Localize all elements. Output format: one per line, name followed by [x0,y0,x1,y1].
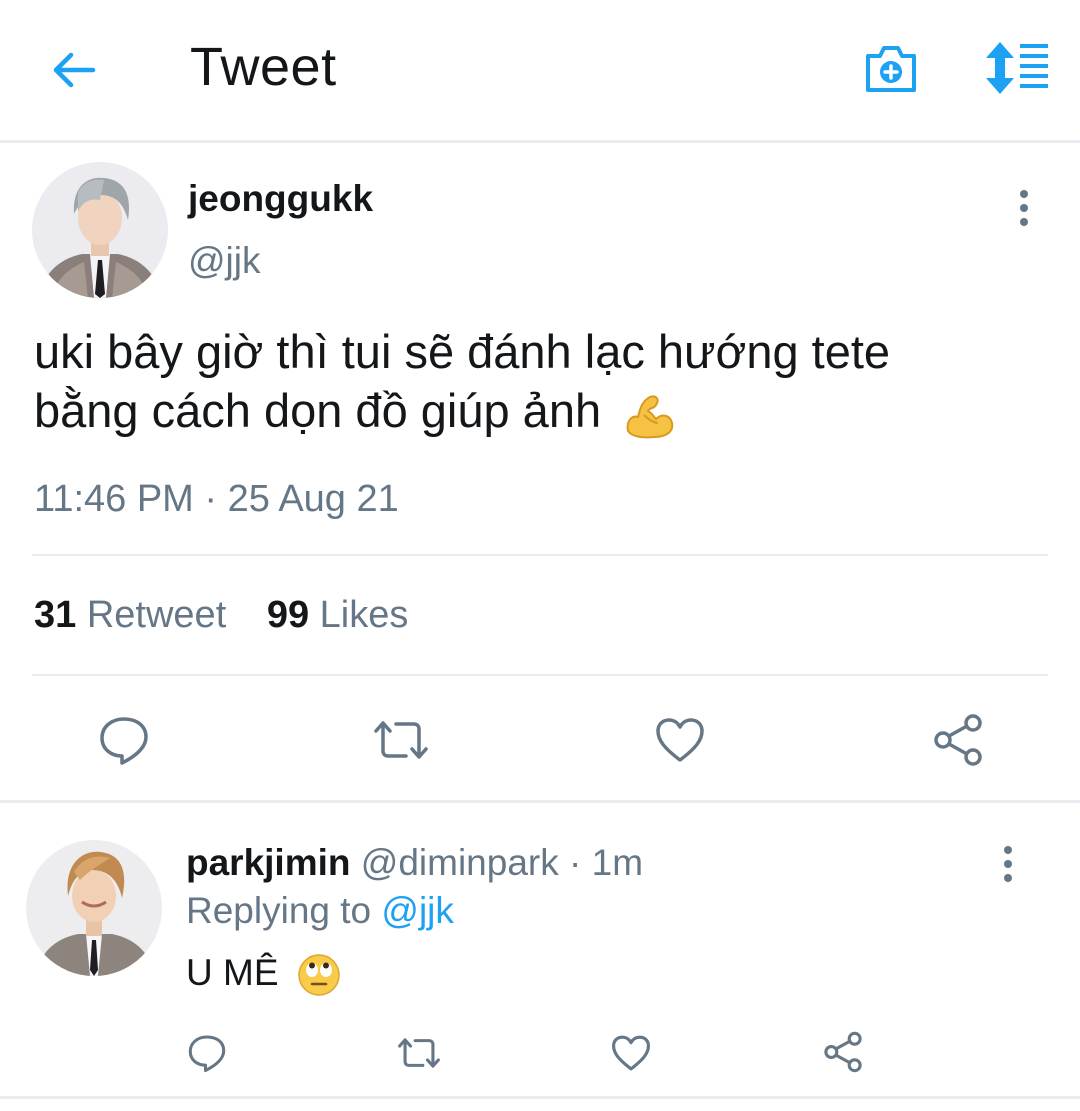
sort-button[interactable] [984,40,1050,96]
replying-prefix: Replying to [186,890,372,931]
reply-author-name[interactable]: parkjimin [186,842,351,883]
retweet-icon [398,1038,440,1068]
replying-mention[interactable]: @jjk [381,890,454,931]
eye-roll-emoji [297,953,341,998]
more-vertical-icon [1020,190,1028,226]
reply-avatar[interactable] [26,840,162,976]
camera-button[interactable] [862,40,920,98]
reply-header: parkjimin @diminpark · 1m [186,842,643,884]
like-icon [611,1035,650,1071]
divider [32,554,1048,556]
reply-handle-time[interactable]: @diminpark · 1m [361,842,643,883]
back-button[interactable] [48,44,100,96]
retweet-count: 31 [34,594,77,636]
tweet-more-button[interactable] [1014,188,1034,228]
flexed-biceps-emoji [624,385,674,444]
reply-icon [100,717,148,765]
retweet-icon [374,721,428,759]
retweet-stat[interactable]: 31 Retweet [34,594,226,636]
likes-stat[interactable]: 99 Likes [267,594,409,636]
bottom-divider [0,1096,1080,1099]
tweet-stats: 31 Retweet 99 Likes [34,594,408,637]
reply-button[interactable] [94,712,154,768]
share-icon [934,714,982,766]
like-button[interactable] [650,712,710,768]
share-icon [824,1031,862,1073]
page-title: Tweet [190,37,337,97]
like-icon [656,718,704,762]
reply-reply-button[interactable] [184,1030,230,1076]
tweet-text-line2: bằng cách dọn đồ giúp ảnh [34,381,1044,444]
likes-count: 99 [266,594,310,636]
replying-to: Replying to @jjk [186,890,454,932]
back-arrow-icon [53,52,96,88]
retweet-button[interactable] [368,712,434,768]
retweet-label: Retweet [86,594,227,636]
section-separator [0,800,1080,803]
reply-icon [188,1035,226,1072]
tweet-text-line1: uki bây giờ thì tui sẽ đánh lạc hướng te… [34,325,891,378]
sort-lines-icon [986,42,1048,94]
reply-retweet-button[interactable] [394,1030,444,1076]
more-vertical-icon [1004,846,1012,882]
author-name[interactable]: jeonggukk [188,178,373,220]
reply-like-button[interactable] [608,1030,654,1076]
divider [32,674,1048,676]
author-handle[interactable]: @jjk [188,240,261,282]
author-avatar[interactable] [32,162,168,298]
camera-plus-icon [866,46,916,92]
tweet-timestamp: 11:46 PM · 25 Aug 21 [34,478,399,520]
likes-label: Likes [319,594,409,636]
reply-more-button[interactable] [998,844,1018,884]
reply-text: U MÊ [186,952,341,998]
share-button[interactable] [928,710,988,770]
reply-share-button[interactable] [820,1028,866,1076]
top-app-bar: Tweet [0,0,1080,143]
tweet-text: uki bây giờ thì tui sẽ đánh lạc hướng te… [34,322,1044,444]
